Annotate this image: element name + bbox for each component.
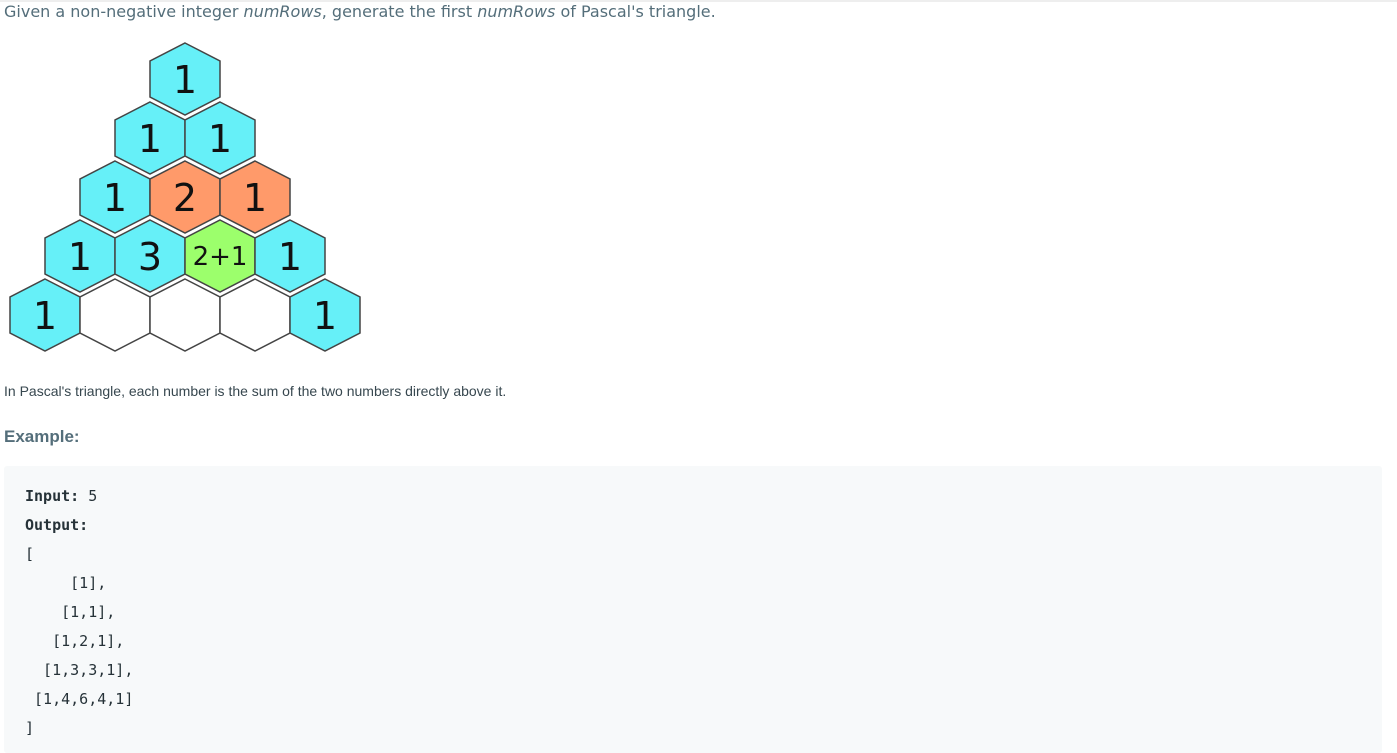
hex-cell-value: 1 — [68, 235, 92, 279]
hex-cell — [219, 278, 291, 352]
example-heading: Example: — [4, 427, 80, 446]
example-code-block: Input: 5 Output: [ [1], [1,1], [1,2,1], … — [4, 466, 1382, 753]
hex-cell-value: 2 — [173, 176, 197, 220]
problem-statement: Given a non-negative integer numRows, ge… — [4, 2, 716, 21]
intro-var-numrows-1: numRows — [243, 2, 322, 21]
hex-cell — [79, 278, 151, 352]
output-line: Output: — [25, 515, 88, 535]
input-line: Input: 5 — [25, 486, 97, 506]
output-row: [1,1], — [25, 603, 116, 621]
open-bracket: [ — [25, 545, 35, 563]
intro-prefix: Given a non-negative integer — [4, 2, 244, 21]
output-row: [1,3,3,1], — [25, 661, 134, 679]
input-label: Input: — [25, 487, 80, 505]
hex-cell — [149, 278, 221, 352]
hex-cell-value: 3 — [138, 235, 162, 279]
pascal-triangle-svg: 11 11 2 11 3 2+1 11 1 — [9, 42, 361, 352]
output-row: [1,4,6,4,1] — [25, 690, 134, 708]
hex-cell-value: 1 — [208, 117, 232, 161]
hex-cell-value: 1 — [278, 235, 302, 279]
figure-caption: In Pascal's triangle, each number is the… — [4, 383, 507, 399]
input-value: 5 — [79, 487, 98, 505]
intro-middle: , generate the first — [321, 2, 478, 21]
hex-cell-value: 1 — [313, 294, 337, 338]
hex-cell-value: 1 — [33, 294, 57, 338]
intro-suffix: of Pascal's triangle. — [555, 2, 716, 21]
output-label: Output: — [25, 516, 89, 534]
hex-cell-value: 2+1 — [193, 242, 248, 272]
pascal-triangle-figure: 1 1 1 1 2 1 1 3 2+1 1 1 1 — [0, 38, 370, 373]
hex-cell-value: 1 — [173, 58, 197, 102]
output-row: [1], — [25, 574, 107, 592]
hex-cell-value: 1 — [138, 117, 162, 161]
hex-cell-value: 1 — [243, 176, 267, 220]
close-bracket: ] — [25, 719, 35, 737]
output-row: [1,2,1], — [25, 632, 125, 650]
hex-cell-value: 1 — [103, 176, 127, 220]
intro-var-numrows-2: numRows — [477, 2, 556, 21]
